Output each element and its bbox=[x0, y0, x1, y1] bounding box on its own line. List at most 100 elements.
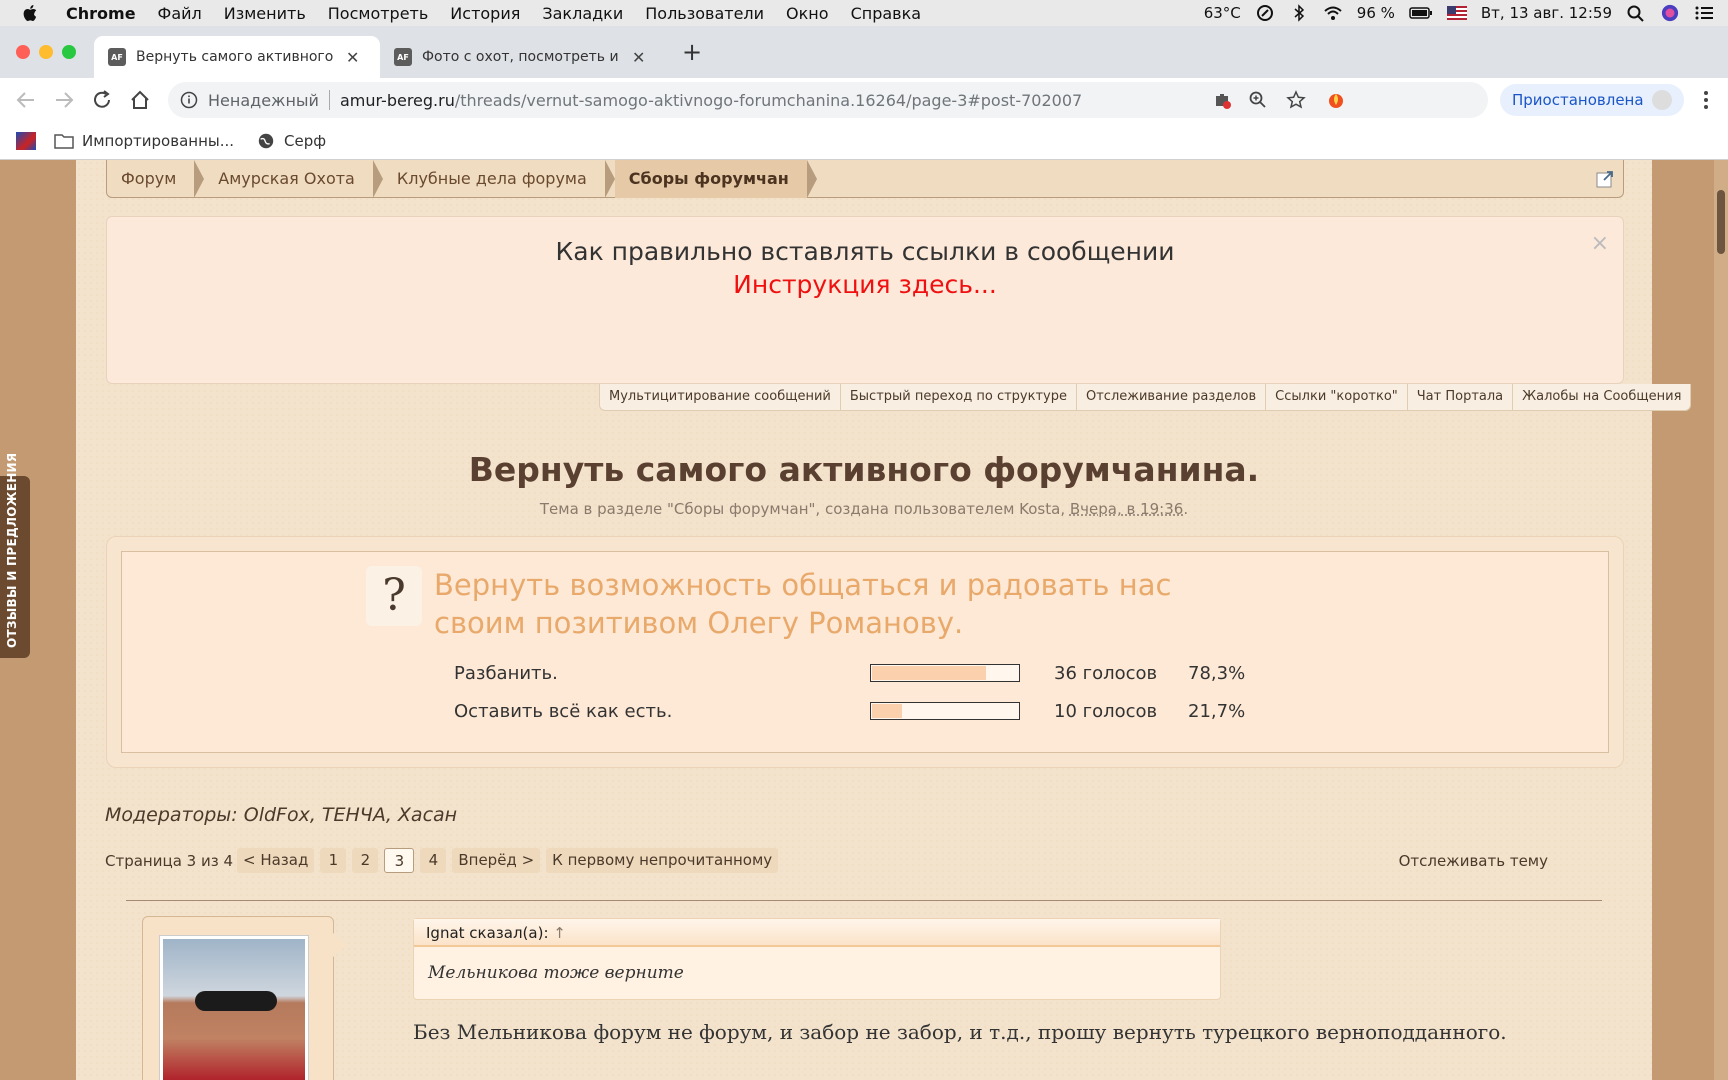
url-path: /threads/vernut-samogo-aktivnogo-forumch… bbox=[454, 90, 1083, 110]
folder-icon bbox=[54, 133, 74, 149]
poll-option-votes: 10 голосов bbox=[1054, 700, 1158, 722]
next-page-button[interactable]: Вперёд > bbox=[452, 848, 541, 873]
battery-percent[interactable]: 96 % bbox=[1357, 4, 1395, 22]
quote-jump-arrow-icon[interactable]: ↑ bbox=[553, 924, 566, 942]
bluetooth-icon[interactable] bbox=[1289, 4, 1309, 22]
poll-option-label: Разбанить. bbox=[454, 662, 558, 684]
menubar-status-area: 63°C 96 % Вт, 13 авг. 12:59 bbox=[1204, 0, 1714, 26]
page-link-2[interactable]: 2 bbox=[352, 848, 379, 873]
avatar[interactable] bbox=[159, 935, 309, 1080]
quicklink-complaints[interactable]: Жалобы на Сообщения bbox=[1513, 384, 1690, 410]
menu-edit[interactable]: Изменить bbox=[224, 4, 306, 23]
site-favicon-icon: AF bbox=[108, 48, 126, 66]
menu-window[interactable]: Окно bbox=[786, 4, 829, 23]
apple-icon[interactable] bbox=[22, 4, 40, 22]
zoom-icon[interactable] bbox=[1248, 90, 1268, 110]
thread-created-time[interactable]: Вчера, в 19:36 bbox=[1070, 500, 1183, 518]
breadcrumb-item-forum[interactable]: Форум bbox=[107, 160, 205, 198]
post-quote: Ignat сказал(а): ↑ Мельникова тоже верни… bbox=[413, 918, 1221, 1000]
back-arrow-icon[interactable] bbox=[14, 88, 38, 112]
post-body-text: Без Мельникова форум не форум, и забор н… bbox=[413, 1020, 1507, 1044]
temperature-readout[interactable]: 63°C bbox=[1204, 4, 1241, 22]
address-bar[interactable]: Ненадежный amur-bereg.ru/threads/vernut-… bbox=[168, 82, 1488, 118]
info-icon[interactable] bbox=[180, 91, 198, 109]
new-tab-plus-icon[interactable]: + bbox=[682, 38, 702, 66]
tab-title: Фото с охот, посмотреть и вс bbox=[422, 49, 622, 65]
macos-menubar: Chrome Файл Изменить Посмотреть История … bbox=[0, 0, 1728, 26]
tab-active[interactable]: AF Вернуть самого активного фо ✕ bbox=[94, 36, 380, 78]
home-icon[interactable] bbox=[128, 88, 152, 112]
tab-title: Вернуть самого активного фо bbox=[136, 49, 336, 65]
breadcrumb: Форум Амурская Охота Клубные дела форума… bbox=[106, 160, 1624, 198]
forum-content: Форум Амурская Охота Клубные дела форума… bbox=[76, 160, 1692, 1080]
page-link-4[interactable]: 4 bbox=[420, 848, 447, 873]
us-flag-icon[interactable] bbox=[1446, 6, 1467, 20]
quicklink-multiquote[interactable]: Мультицитирование сообщений bbox=[600, 384, 841, 410]
reload-icon[interactable] bbox=[90, 88, 114, 112]
bookmark-label: Импортированны... bbox=[82, 131, 235, 150]
window-close-button[interactable] bbox=[16, 45, 30, 59]
poll-question: Вернуть возможность общаться и радовать … bbox=[434, 568, 1172, 640]
breadcrumb-item-club-affairs[interactable]: Клубные дела форума bbox=[383, 160, 615, 198]
notification-center-icon[interactable] bbox=[1694, 4, 1714, 22]
quicklink-watched-forums[interactable]: Отслеживание разделов bbox=[1077, 384, 1267, 410]
menu-help[interactable]: Справка bbox=[851, 4, 922, 23]
url-host: amur-bereg.ru bbox=[339, 90, 455, 110]
menu-people[interactable]: Пользователи bbox=[645, 4, 764, 23]
notice-banner: Как правильно вставлять ссылки в сообщен… bbox=[106, 216, 1624, 384]
profile-button[interactable]: Приостановлена bbox=[1500, 84, 1684, 116]
tab-close-icon[interactable]: ✕ bbox=[632, 48, 645, 67]
fan-icon[interactable] bbox=[1255, 4, 1275, 22]
divider bbox=[126, 900, 1602, 901]
menu-view[interactable]: Посмотреть bbox=[328, 4, 429, 23]
forward-arrow-icon[interactable] bbox=[52, 88, 76, 112]
tab-inactive[interactable]: AF Фото с охот, посмотреть и вс ✕ bbox=[380, 36, 666, 78]
window-zoom-button[interactable] bbox=[62, 45, 76, 59]
tab-close-icon[interactable]: ✕ bbox=[346, 48, 359, 67]
breadcrumb-item-amur-hunting[interactable]: Амурская Охота bbox=[204, 160, 383, 198]
first-unread-button[interactable]: К первому непрочитанному bbox=[546, 848, 779, 873]
jump-to-page-icon[interactable] bbox=[1595, 169, 1615, 189]
scrollbar-thumb[interactable] bbox=[1717, 190, 1725, 254]
extension-fire-icon[interactable] bbox=[1326, 90, 1346, 110]
page-count-label: Страница 3 из 4 bbox=[105, 851, 233, 870]
profile-status-label: Приостановлена bbox=[1512, 91, 1644, 109]
notice-instruction-link[interactable]: Инструкция здесь... bbox=[107, 270, 1623, 299]
page-link-current[interactable]: 3 bbox=[384, 848, 415, 873]
window-minimize-button[interactable] bbox=[39, 45, 53, 59]
bookmarks-bar: Импортированны... Серф bbox=[0, 122, 1728, 160]
quicklink-portal-chat[interactable]: Чат Портала bbox=[1408, 384, 1514, 410]
prev-page-button[interactable]: < Назад bbox=[237, 848, 315, 873]
page-link-1[interactable]: 1 bbox=[320, 848, 347, 873]
wifi-icon[interactable] bbox=[1323, 4, 1343, 22]
page-scrollbar[interactable] bbox=[1714, 160, 1728, 1080]
notice-close-icon[interactable]: × bbox=[1591, 231, 1609, 256]
quicklink-short-links[interactable]: Ссылки "коротко" bbox=[1266, 384, 1408, 410]
menu-bookmarks[interactable]: Закладки bbox=[542, 4, 623, 23]
menu-app-chrome[interactable]: Chrome bbox=[66, 4, 136, 23]
poll-option-votes: 36 голосов bbox=[1054, 662, 1158, 684]
battery-icon[interactable] bbox=[1409, 4, 1433, 22]
chrome-menu-icon[interactable] bbox=[1694, 88, 1718, 112]
quicklink-structure[interactable]: Быстрый переход по структуре bbox=[841, 384, 1077, 410]
feedback-side-tab[interactable]: ОТЗЫВЫ И ПРЕДЛОЖЕНИЯ bbox=[0, 453, 30, 658]
poll-option-percent: 21,7% bbox=[1188, 700, 1246, 722]
poll-option-percent: 78,3% bbox=[1188, 662, 1246, 684]
breadcrumb-item-gatherings[interactable]: Сборы форумчан bbox=[614, 160, 817, 198]
bookmark-imported-folder[interactable]: Импортированны... bbox=[54, 132, 234, 150]
extension-blocked-icon[interactable] bbox=[1212, 90, 1232, 110]
menu-history[interactable]: История bbox=[450, 4, 520, 23]
notice-text: Как правильно вставлять ссылки в сообщен… bbox=[555, 237, 1175, 266]
feedback-side-tab-label: ОТЗЫВЫ И ПРЕДЛОЖЕНИЯ bbox=[5, 452, 19, 648]
apps-grid-icon[interactable] bbox=[16, 131, 36, 150]
poll-option: Разбанить. 36 голосов 78,3% bbox=[454, 660, 1268, 686]
poll-results: ? Вернуть возможность общаться и радоват… bbox=[121, 551, 1609, 753]
siri-icon[interactable] bbox=[1660, 4, 1680, 22]
thread-meta-end: . bbox=[1183, 500, 1189, 518]
bookmark-serf[interactable]: Серф bbox=[256, 132, 326, 150]
spotlight-search-icon[interactable] bbox=[1626, 4, 1646, 22]
menu-file[interactable]: Файл bbox=[158, 4, 202, 23]
clock[interactable]: Вт, 13 авг. 12:59 bbox=[1481, 4, 1612, 22]
watch-thread-link[interactable]: Отслеживать тему bbox=[1399, 852, 1548, 870]
bookmark-star-icon[interactable] bbox=[1286, 90, 1306, 110]
